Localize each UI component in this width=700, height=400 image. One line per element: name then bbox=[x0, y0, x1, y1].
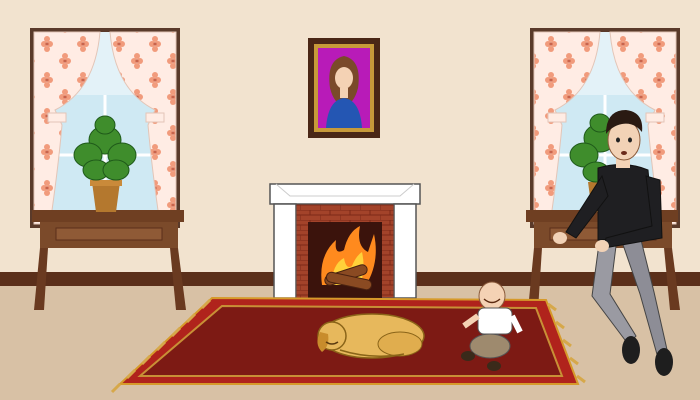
living-room-scene bbox=[0, 0, 700, 400]
sleeping-dog bbox=[317, 313, 425, 359]
framed-portrait bbox=[308, 38, 380, 138]
fireplace bbox=[269, 183, 421, 299]
